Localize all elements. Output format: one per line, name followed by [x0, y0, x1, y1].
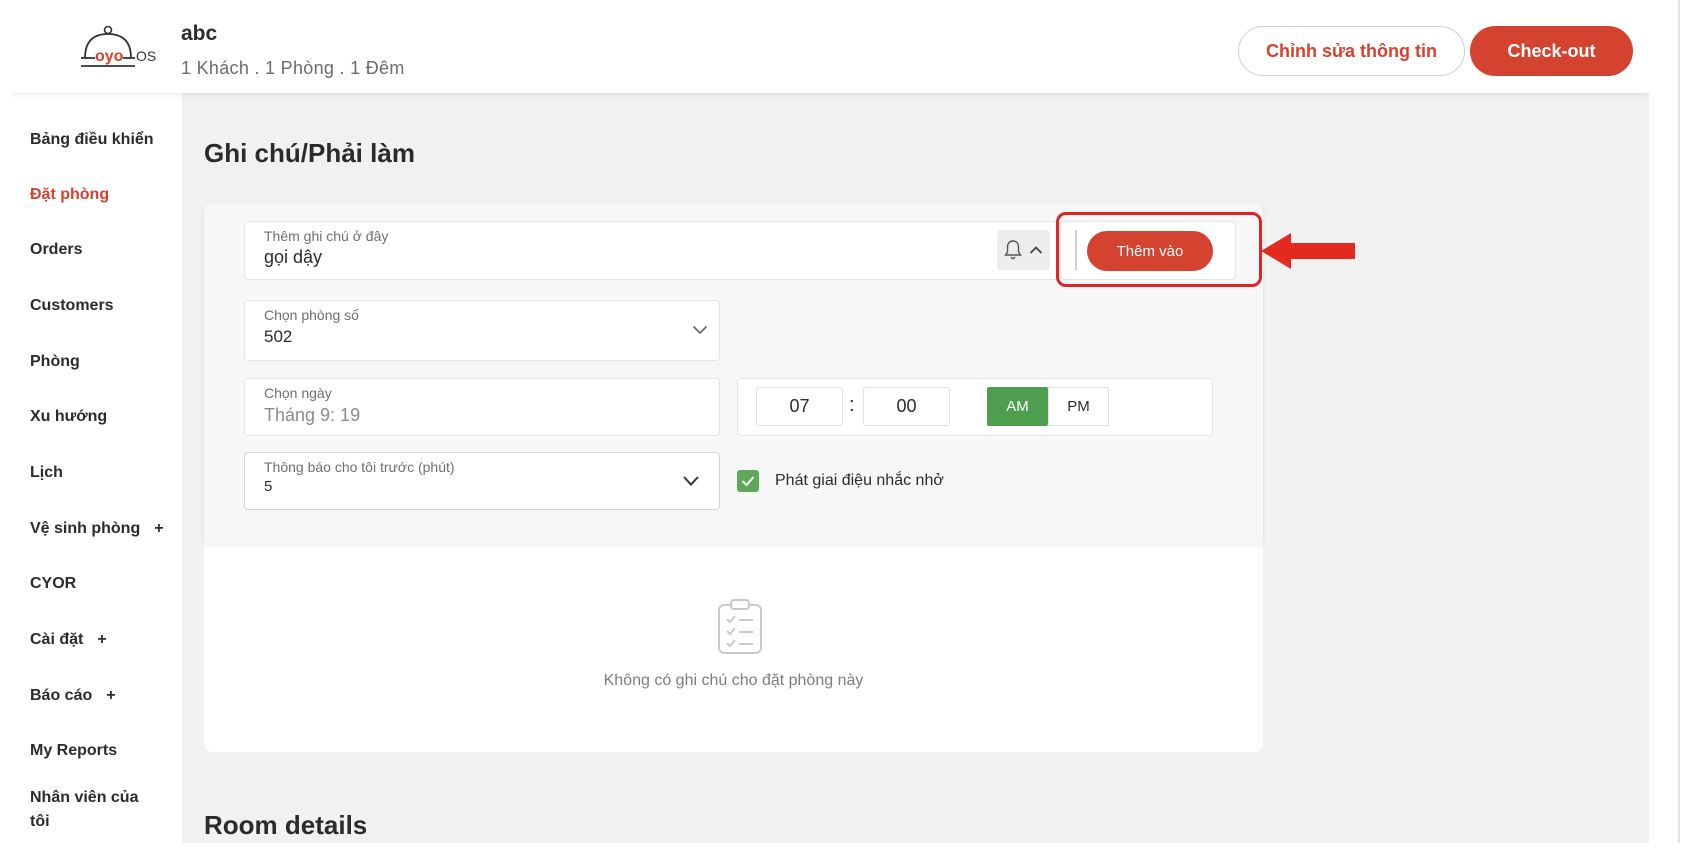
sidebar-item-reports[interactable]: Báo cáo + [30, 684, 116, 708]
date-picker[interactable]: Chọn ngày Tháng 9: 19 [244, 378, 720, 436]
edit-info-button[interactable]: Chỉnh sửa thông tin [1238, 26, 1465, 76]
sidebar: Bảng điều khiển Đặt phòng Orders Custome… [11, 93, 182, 843]
scrollbar-track[interactable] [1678, 0, 1680, 868]
time-separator: : [849, 394, 855, 416]
sidebar-item-settings[interactable]: Cài đặt + [30, 628, 107, 652]
expand-plus-icon[interactable]: + [97, 628, 106, 652]
sidebar-item-bookings[interactable]: Đặt phòng [30, 183, 109, 207]
guest-name: abc [181, 22, 218, 45]
window-edge [1649, 0, 1682, 868]
empty-notes-message: Không có ghi chú cho đặt phòng này [603, 672, 864, 689]
chevron-up-icon [1029, 246, 1043, 254]
play-tone-label: Phát giai điệu nhắc nhở [775, 472, 944, 489]
arrow-left-icon [1261, 233, 1355, 269]
play-tone-checkbox[interactable] [737, 470, 759, 492]
sidebar-item-rooms[interactable]: Phòng [30, 350, 80, 374]
app-window: oyo OS abc 1 Khách . 1 Phòng . 1 Đêm Chỉ… [11, 0, 1649, 843]
sidebar-item-cyor[interactable]: CYOR [30, 572, 76, 596]
top-header: oyo OS abc 1 Khách . 1 Phòng . 1 Đêm Chỉ… [11, 0, 1649, 93]
sidebar-item-orders[interactable]: Orders [30, 238, 82, 262]
bell-icon [1004, 240, 1022, 260]
sidebar-item-trends[interactable]: Xu hướng [30, 405, 107, 429]
room-select[interactable]: Chọn phòng số 502 [244, 300, 720, 361]
pm-toggle[interactable]: PM [1048, 387, 1109, 426]
date-picker-value: Tháng 9: 19 [264, 405, 361, 425]
notify-before-value: 5 [264, 478, 273, 495]
note-input[interactable]: Thêm ghi chú ở đây gọi dậy [244, 221, 1060, 280]
date-picker-label: Chọn ngày [264, 385, 332, 401]
notify-before-select[interactable]: Thông báo cho tôi trước (phút) 5 [244, 452, 720, 510]
sidebar-item-my-reports[interactable]: My Reports [30, 739, 117, 763]
sidebar-item-customers[interactable]: Customers [30, 294, 114, 318]
note-input-value: gọi dậy [264, 247, 323, 267]
expand-plus-icon[interactable]: + [106, 684, 115, 708]
notes-section-title: Ghi chú/Phải làm [204, 138, 415, 168]
expand-plus-icon[interactable]: + [154, 517, 163, 541]
oyo-os-logo: oyo OS [81, 25, 156, 67]
hour-input[interactable]: 07 [756, 387, 843, 426]
checkmark-icon [741, 476, 755, 487]
am-toggle[interactable]: AM [987, 387, 1048, 426]
sidebar-item-calendar[interactable]: Lịch [30, 461, 63, 485]
sidebar-item-housekeeping[interactable]: Vệ sinh phòng + [30, 517, 164, 541]
room-details-title: Room details [204, 810, 368, 840]
room-select-value: 502 [264, 327, 293, 346]
minute-input[interactable]: 00 [863, 387, 950, 426]
room-select-label: Chọn phòng số [264, 307, 359, 323]
sidebar-item-dashboard[interactable]: Bảng điều khiển [30, 128, 154, 152]
bottom-margin [0, 843, 1682, 868]
chevron-down-icon [692, 325, 708, 335]
reminder-toggle[interactable] [997, 230, 1050, 270]
booking-summary: 1 Khách . 1 Phòng . 1 Đêm [181, 58, 405, 78]
clipboard-icon [718, 599, 762, 654]
notify-before-label: Thông báo cho tôi trước (phút) [264, 459, 455, 475]
checkout-button[interactable]: Check-out [1470, 26, 1633, 76]
chevron-down-icon [683, 476, 699, 486]
note-input-label: Thêm ghi chú ở đây [264, 228, 389, 244]
svg-text:oyo: oyo [95, 48, 124, 65]
svg-text:OS: OS [136, 48, 156, 64]
highlight-annotation [1056, 212, 1262, 287]
sidebar-item-my-staff[interactable]: Nhân viên của tôi [30, 786, 150, 834]
